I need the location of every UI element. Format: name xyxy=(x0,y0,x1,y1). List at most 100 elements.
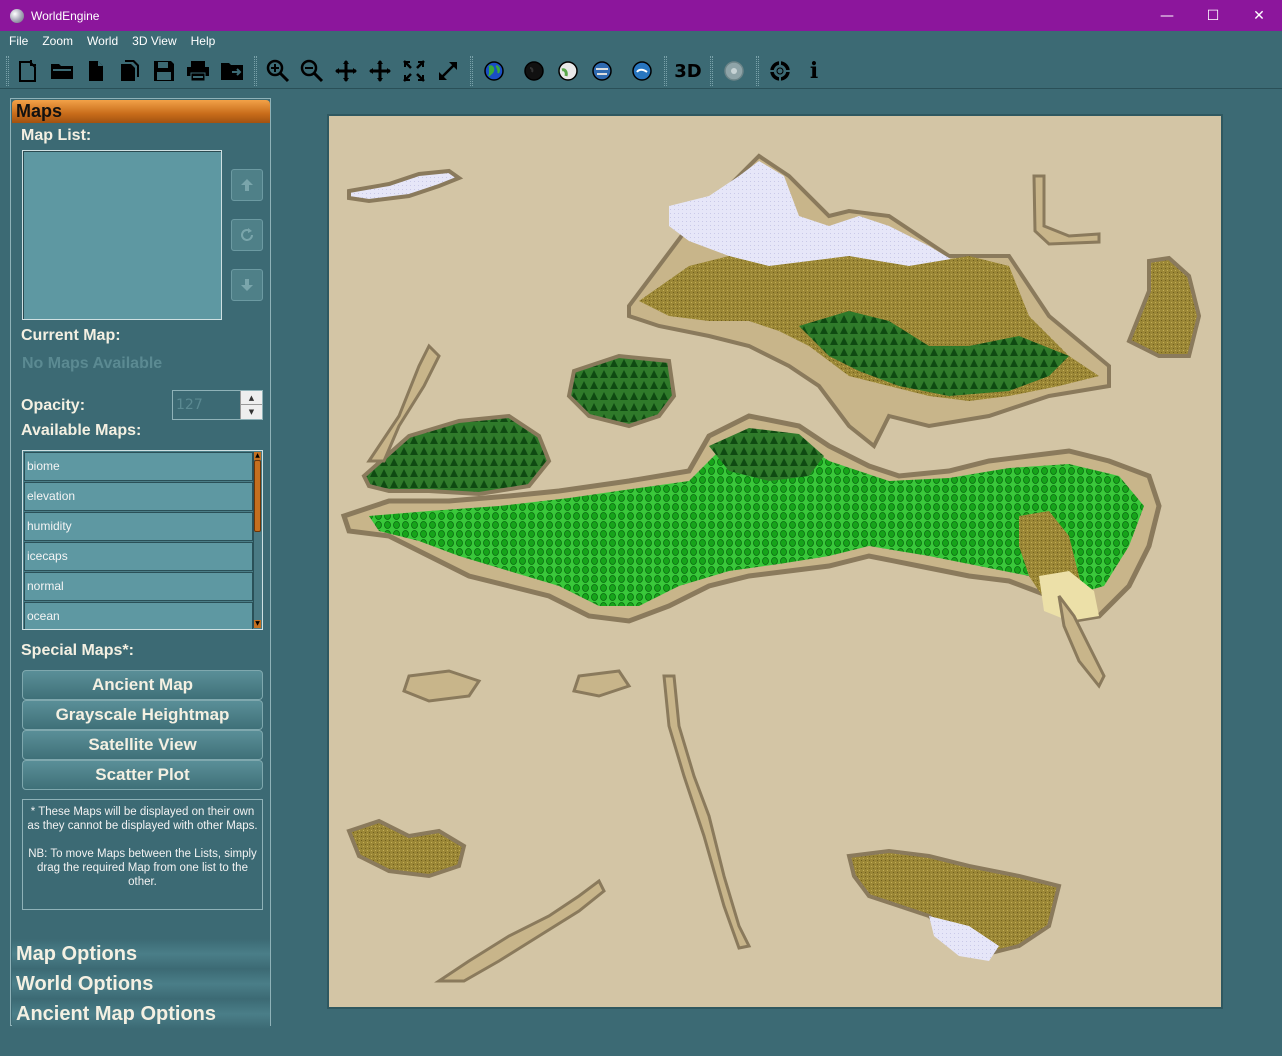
info-button[interactable]: i xyxy=(800,57,828,85)
menu-help[interactable]: Help xyxy=(184,34,223,48)
list-item-ocean[interactable]: ocean xyxy=(24,602,253,629)
new-file-icon xyxy=(19,60,36,82)
zoom-out-button[interactable] xyxy=(298,57,326,85)
list-scrollbar[interactable]: ▲ ▼ xyxy=(253,452,261,628)
move-up-button xyxy=(231,169,263,201)
help-lifebuoy-icon xyxy=(770,61,790,81)
arrow-up-icon xyxy=(241,179,253,191)
move-down-button xyxy=(231,269,263,301)
maximize-button[interactable]: ☐ xyxy=(1190,0,1236,31)
current-map-label: Current Map: xyxy=(21,327,121,344)
map-options-tab[interactable]: Map Options xyxy=(12,939,270,969)
maps-panel: Maps Map List: Current Map: No Maps Avai… xyxy=(10,98,271,1029)
scroll-down-icon[interactable]: ▼ xyxy=(254,620,261,628)
globe-color-button[interactable] xyxy=(480,57,508,85)
globe-ocean-button[interactable] xyxy=(628,57,656,85)
open-button[interactable] xyxy=(48,57,76,85)
export-icon xyxy=(221,63,243,80)
globe-blue-button[interactable] xyxy=(588,57,616,85)
globe-light-icon xyxy=(558,61,578,81)
help-button[interactable] xyxy=(766,57,794,85)
list-item-biome[interactable]: biome xyxy=(24,452,253,481)
new-file-button[interactable] xyxy=(14,57,42,85)
note-line-2: NB: To move Maps between the Lists, simp… xyxy=(28,848,257,888)
satellite-view-button[interactable]: Satellite View xyxy=(22,730,263,760)
menu-bar: File Zoom World 3D View Help xyxy=(0,31,1282,51)
globe-dark-icon xyxy=(524,61,544,81)
menu-world[interactable]: World xyxy=(80,34,125,48)
menu-zoom[interactable]: Zoom xyxy=(35,34,80,48)
print-icon xyxy=(187,61,209,82)
save-button[interactable] xyxy=(150,57,178,85)
world-map xyxy=(329,116,1221,1007)
move-icon xyxy=(369,60,391,82)
pan-button[interactable] xyxy=(332,57,360,85)
ancient-map-options-tab[interactable]: Ancient Map Options xyxy=(12,999,270,1029)
minimize-button[interactable]: — xyxy=(1144,0,1190,31)
globe-light-button[interactable] xyxy=(554,57,582,85)
available-maps-list[interactable]: biome elevation humidity icecaps normal … xyxy=(22,450,263,630)
fit-button[interactable] xyxy=(400,57,428,85)
pan-alt-button[interactable] xyxy=(366,57,394,85)
special-maps-note: * These Maps will be displayed on their … xyxy=(22,799,263,910)
zoom-in-button[interactable] xyxy=(264,57,292,85)
title-bar: WorldEngine — ☐ ✕ xyxy=(0,0,1282,31)
opacity-value: 127 xyxy=(176,397,203,413)
list-item-humidity[interactable]: humidity xyxy=(24,512,253,541)
app-globe-icon xyxy=(10,8,24,23)
special-maps-label: Special Maps*: xyxy=(21,642,134,659)
info-icon: i xyxy=(809,58,819,84)
world-options-tab[interactable]: World Options xyxy=(12,969,270,999)
globe-blue-icon xyxy=(592,61,612,81)
map-viewport[interactable] xyxy=(327,114,1223,1009)
open-icon xyxy=(51,64,73,79)
list-item-elevation[interactable]: elevation xyxy=(24,482,253,511)
refresh-icon xyxy=(241,228,253,241)
move-icon xyxy=(335,60,357,82)
close-button[interactable]: ✕ xyxy=(1236,0,1282,31)
3d-view-icon: 3D xyxy=(674,60,702,82)
ancient-map-button[interactable]: Ancient Map xyxy=(22,670,263,700)
globe-color-icon xyxy=(484,61,504,81)
toolbar-separator xyxy=(710,56,713,86)
window-title: WorldEngine xyxy=(31,8,100,23)
menu-file[interactable]: File xyxy=(2,34,35,48)
document-button[interactable] xyxy=(82,57,110,85)
expand-icon xyxy=(439,62,457,80)
toolbar-separator xyxy=(254,56,257,86)
scatter-plot-button[interactable]: Scatter Plot xyxy=(22,760,263,790)
scroll-up-icon[interactable]: ▲ xyxy=(254,452,261,460)
menu-3d-view[interactable]: 3D View xyxy=(125,34,183,48)
toolbar-separator xyxy=(6,56,9,86)
note-line-1: * These Maps will be displayed on their … xyxy=(27,806,258,832)
globe-ocean-icon xyxy=(632,61,652,81)
refresh-button xyxy=(231,219,263,251)
globe-dark-button[interactable] xyxy=(520,57,548,85)
zoom-out-icon xyxy=(300,59,324,83)
list-item-icecaps[interactable]: icecaps xyxy=(24,542,253,571)
maps-panel-header[interactable]: Maps xyxy=(12,100,270,123)
current-map-value: No Maps Available xyxy=(22,355,163,372)
expand-button[interactable] xyxy=(434,57,462,85)
opacity-spinbox[interactable]: 127 ▲ ▼ xyxy=(172,390,263,420)
zoom-in-icon xyxy=(266,59,290,83)
grayscale-heightmap-button[interactable]: Grayscale Heightmap xyxy=(22,700,263,730)
toolbar-separator xyxy=(664,56,667,86)
print-button[interactable] xyxy=(184,57,212,85)
window-controls: — ☐ ✕ xyxy=(1144,0,1282,31)
spin-down-icon[interactable]: ▼ xyxy=(240,405,262,419)
opacity-label: Opacity: xyxy=(21,397,86,414)
export-button[interactable] xyxy=(218,57,246,85)
3d-view-button[interactable]: 3D xyxy=(674,57,702,85)
settings-disabled-icon xyxy=(724,61,744,81)
document-icon xyxy=(89,61,103,81)
list-item-normal[interactable]: normal xyxy=(24,572,253,601)
toolbar-separator xyxy=(756,56,759,86)
toolbar: 3D i xyxy=(0,51,1282,89)
spin-up-icon[interactable]: ▲ xyxy=(240,391,262,405)
fit-icon xyxy=(403,60,425,82)
toolbar-separator xyxy=(470,56,473,86)
scroll-thumb[interactable] xyxy=(254,460,261,532)
copy-button[interactable] xyxy=(116,57,144,85)
map-list[interactable] xyxy=(22,150,222,320)
